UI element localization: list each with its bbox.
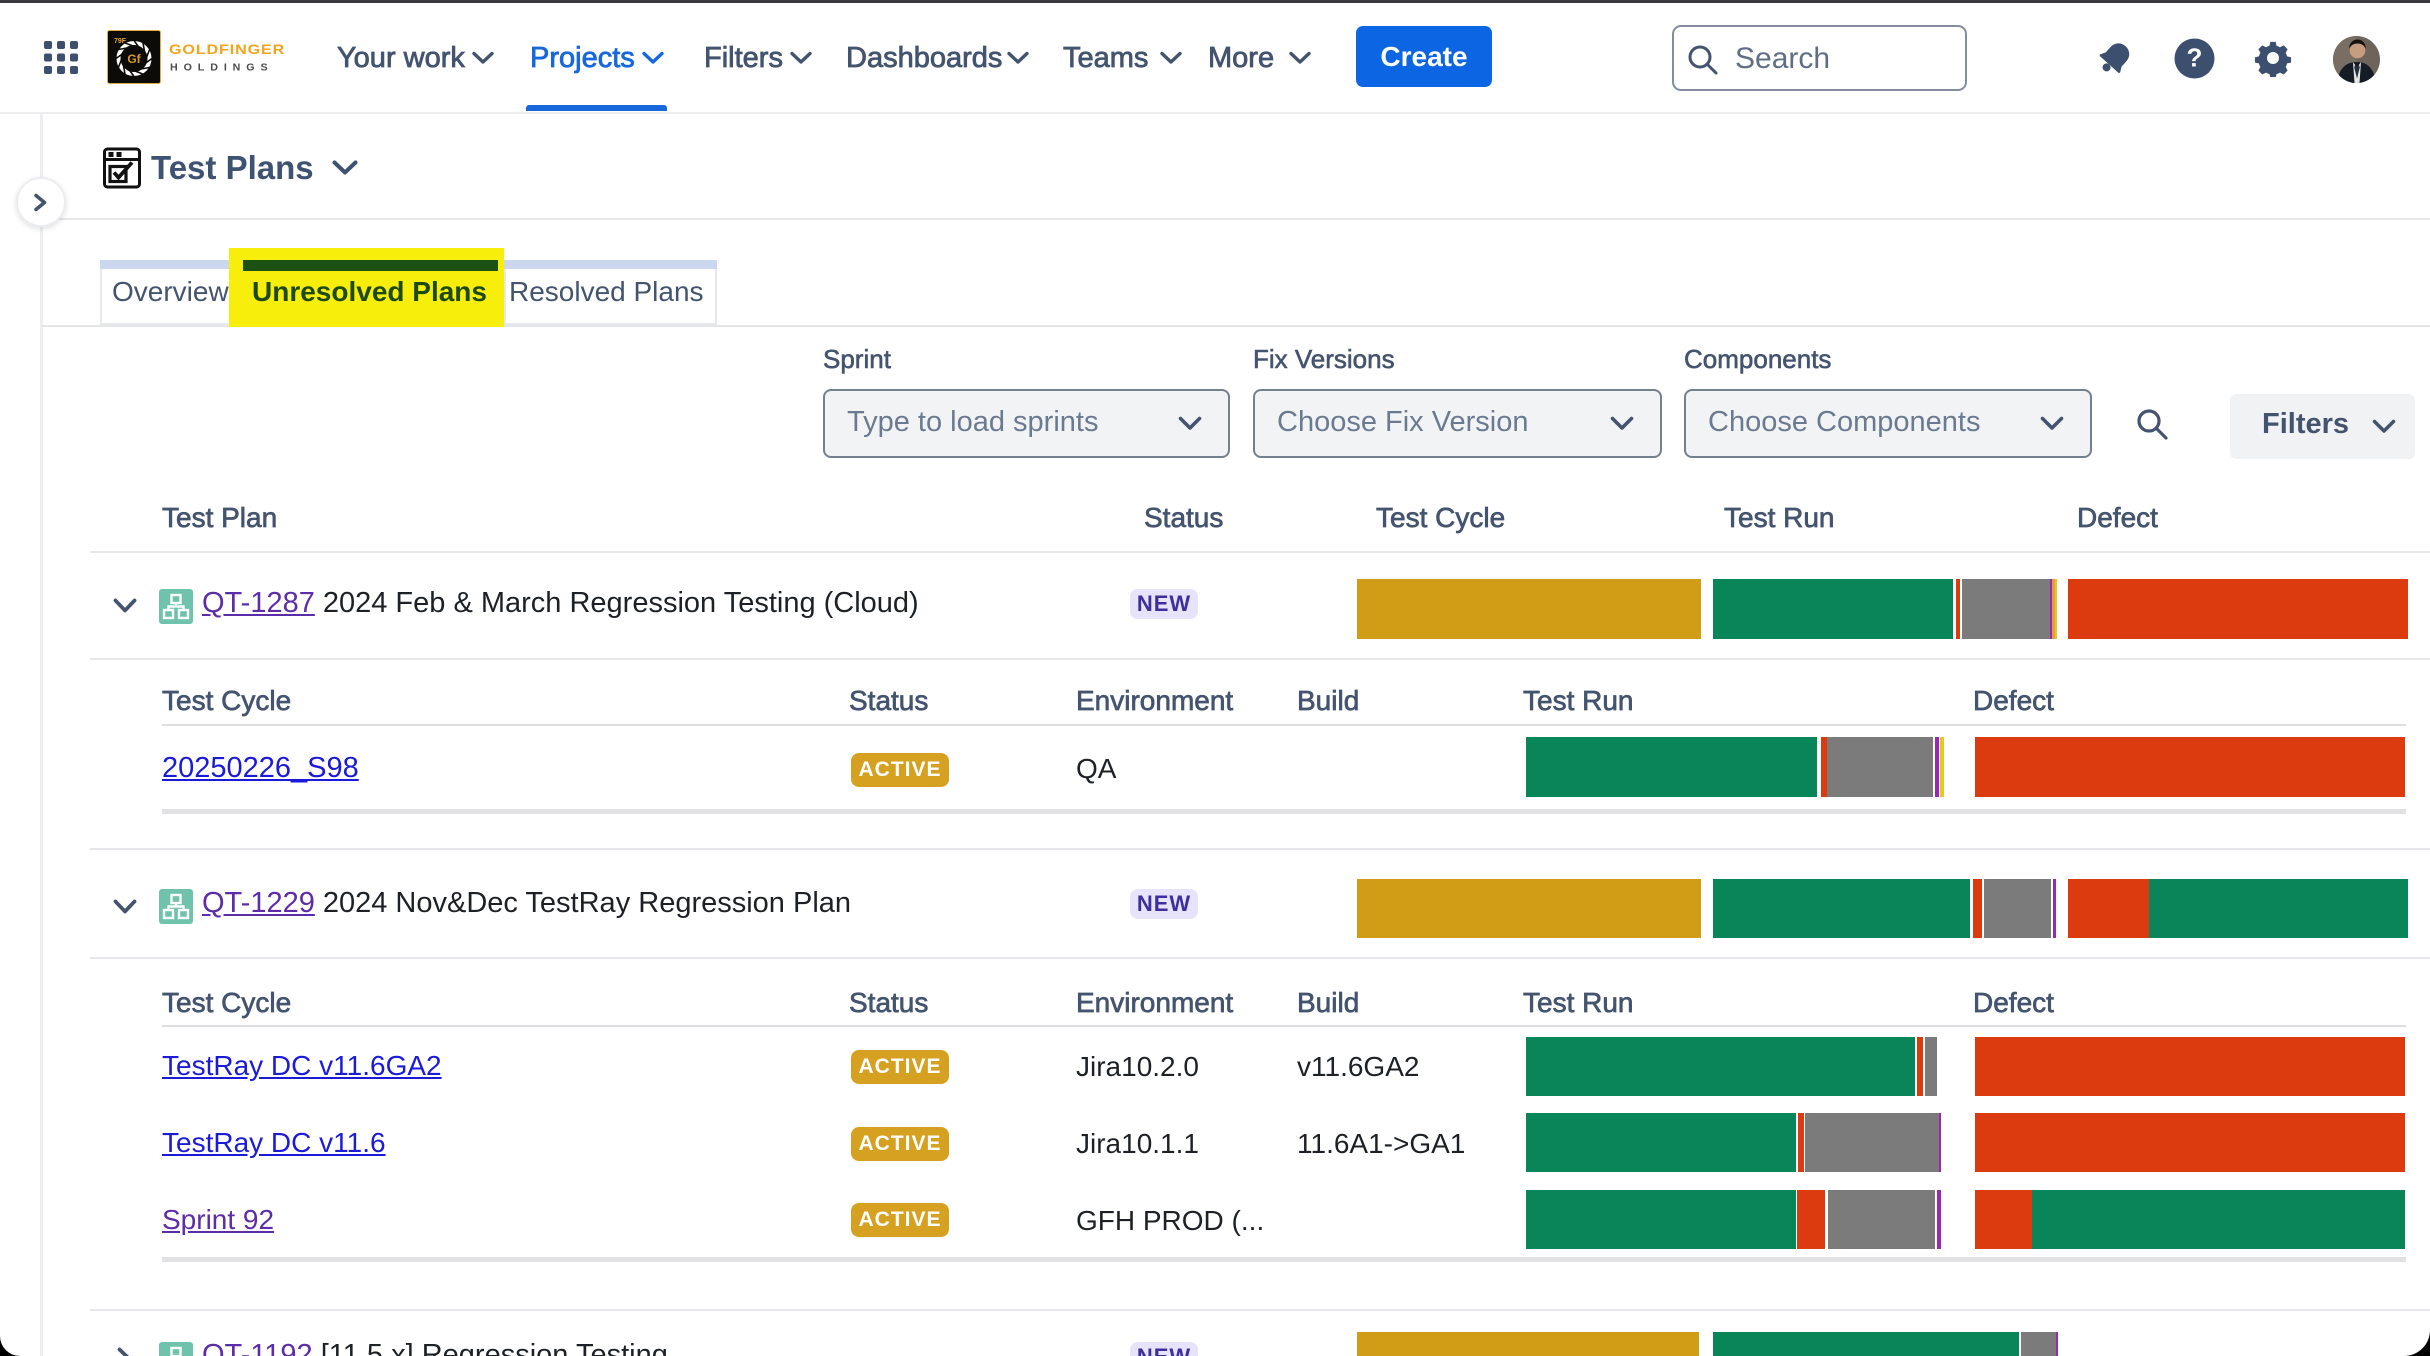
svg-text:?: ? xyxy=(2187,43,2203,73)
svg-text:Gf: Gf xyxy=(127,52,141,66)
